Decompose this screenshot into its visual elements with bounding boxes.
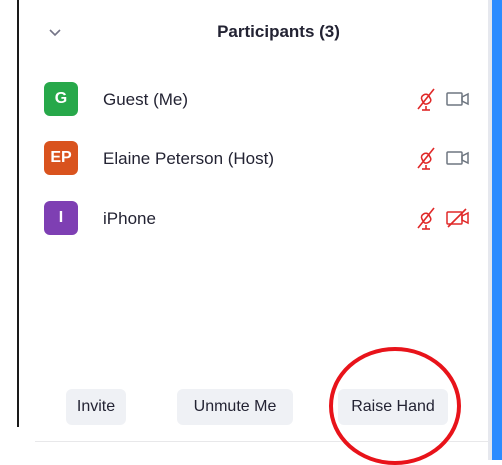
participant-name: Elaine Peterson (Host) [103, 149, 275, 168]
footer-divider [35, 441, 488, 442]
avatar: I [44, 201, 78, 235]
avatar: G [44, 82, 78, 116]
participant-name: iPhone [103, 209, 156, 228]
video-off-icon[interactable] [446, 207, 470, 229]
panel-title: Participants (3) [217, 22, 340, 41]
participants-header: Participants (3) [19, 0, 488, 64]
participant-row-guest[interactable]: G Guest (Me) [44, 82, 484, 118]
participant-name: Guest (Me) [103, 90, 189, 109]
mic-muted-icon[interactable] [416, 87, 436, 111]
avatar: EP [44, 141, 78, 175]
video-icon[interactable] [446, 88, 470, 110]
mic-muted-icon[interactable] [416, 206, 436, 230]
unmute-me-button[interactable]: Unmute Me [177, 389, 293, 425]
raise-hand-button[interactable]: Raise Hand [338, 389, 448, 425]
participant-row-host[interactable]: EP Elaine Peterson (Host) [44, 141, 484, 177]
video-icon[interactable] [446, 147, 470, 169]
invite-button[interactable]: Invite [66, 389, 126, 425]
participant-row-iphone[interactable]: I iPhone [44, 201, 484, 237]
window-edge-bar [488, 0, 502, 460]
mic-muted-icon[interactable] [416, 146, 436, 170]
panel-left-border [17, 0, 19, 427]
